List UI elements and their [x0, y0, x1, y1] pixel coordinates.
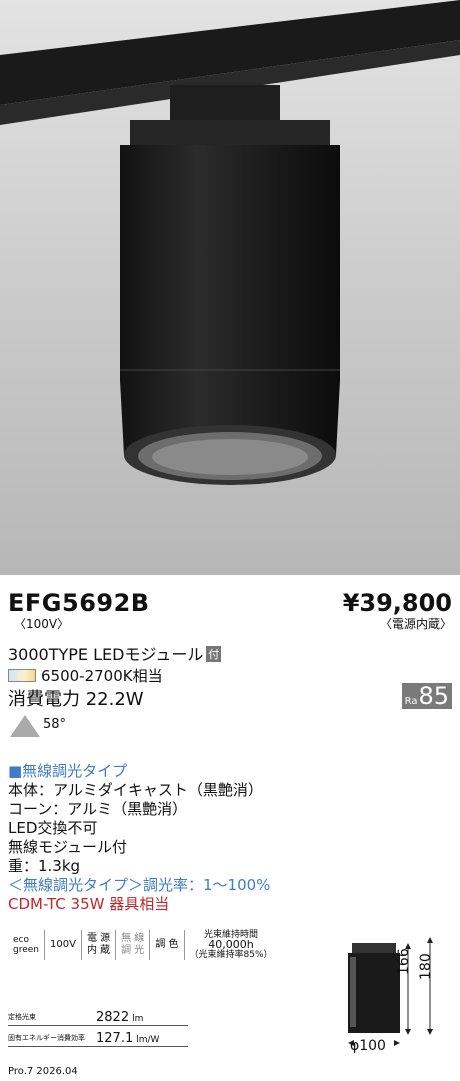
height-total: 180	[418, 953, 434, 980]
included-badge: 付	[206, 646, 222, 662]
ra-badge: Ra 85	[401, 682, 452, 710]
table-row: 固有エネルギー消費効率 127.1 lm/W	[8, 1026, 188, 1047]
spec-line: 本体：アルミダイキャスト（黒艶消）	[8, 781, 263, 799]
spec-equivalent: CDM-TC 35W 器具相当	[8, 895, 170, 913]
spec-line: 無線モジュール付	[8, 838, 127, 856]
voltage-icon: 100V	[45, 930, 82, 960]
beam-angle: 58°	[43, 717, 67, 732]
spec-category: ■無線調光タイプ	[8, 762, 128, 780]
eco-green-icon: eco green	[8, 930, 45, 960]
ra-value: 85	[418, 682, 449, 710]
builtin-power-icon: 電 源 内 蔵	[82, 930, 117, 960]
product-photo	[0, 0, 460, 575]
color-temp: 6500-2700K相当	[8, 665, 163, 686]
spec-line: LED交換不可	[8, 819, 98, 837]
performance-table: 定格光束 2822 lm 固有エネルギー消費効率 127.1 lm/W	[8, 1005, 188, 1047]
spec-dimming: ＜無線調光タイプ＞調光率：1〜100%	[8, 876, 271, 894]
type-line: 3000TYPE LEDモジュール付	[8, 641, 222, 665]
price: ¥39,800	[342, 589, 452, 617]
wireless-dimming-icon: 無 線 調 光	[116, 930, 151, 960]
color-temp-bar-icon	[8, 669, 36, 682]
color-temp-text: 6500-2700K相当	[41, 667, 163, 685]
beam-angle-icon	[8, 713, 42, 743]
spec-line: 重：1.3kg	[8, 857, 81, 875]
power-consumption: 消費電力 22.2W	[8, 689, 144, 710]
feature-icons: eco green 100V 電 源 内 蔵 無 線 調 光 調 色 光束維持時…	[8, 930, 278, 960]
voltage-label: 〈100V〉	[14, 617, 70, 631]
ra-label: Ra	[404, 696, 418, 707]
spec-line: コーン：アルミ（黒艶消）	[8, 800, 188, 818]
footer-code: Pro.7 2026.04	[8, 1066, 78, 1077]
dimension-drawing	[348, 937, 433, 1046]
table-row: 定格光束 2822 lm	[8, 1005, 188, 1026]
diameter: φ100	[350, 1038, 386, 1054]
height-body: 166	[396, 948, 412, 975]
model-number: EFG5692B	[8, 589, 150, 617]
spec-block: ■無線調光タイプ 本体：アルミダイキャスト（黒艶消） コーン：アルミ（黒艶消） …	[8, 762, 270, 914]
type-text: 3000TYPE LEDモジュール	[8, 645, 204, 664]
price-note: 〈電源内蔵〉	[379, 617, 452, 631]
lifetime-icon: 光束維持時間 40,000h （光束維持率85%）	[189, 930, 273, 960]
color-tuning-icon: 調 色	[150, 930, 185, 960]
